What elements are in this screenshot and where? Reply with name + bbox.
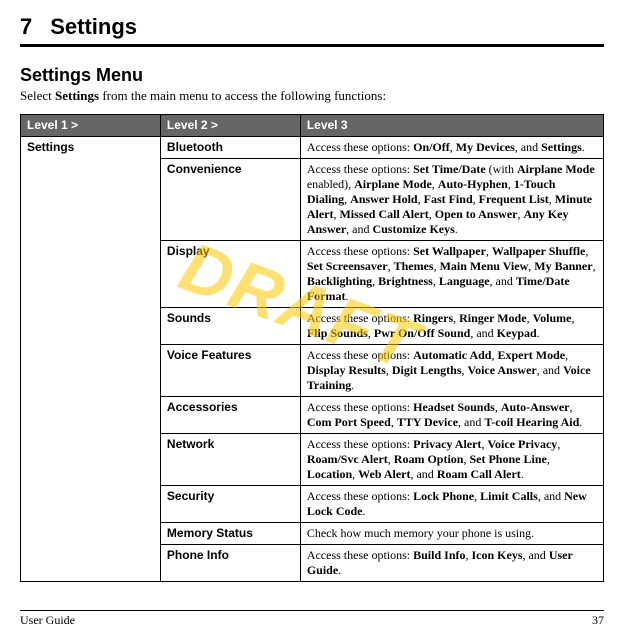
- level3-cell: Access these options: Build Info, Icon K…: [300, 545, 603, 582]
- level2-cell: Convenience: [160, 159, 300, 241]
- chapter-title: Settings: [50, 14, 137, 40]
- level3-cell: Access these options: Privacy Alert, Voi…: [300, 434, 603, 486]
- level2-cell: Memory Status: [160, 523, 300, 545]
- level3-cell: Access these options: Set Time/Date (wit…: [300, 159, 603, 241]
- level2-cell: Display: [160, 241, 300, 308]
- settings-table: Level 1 > Level 2 > Level 3 SettingsBlue…: [20, 114, 604, 582]
- level3-cell: Access these options: Headset Sounds, Au…: [300, 397, 603, 434]
- chapter-number: 7: [20, 14, 32, 40]
- level3-cell: Access these options: Automatic Add, Exp…: [300, 345, 603, 397]
- level2-cell: Voice Features: [160, 345, 300, 397]
- level3-cell: Access these options: Set Wallpaper, Wal…: [300, 241, 603, 308]
- level1-cell: Settings: [21, 137, 161, 582]
- page-footer: User Guide 37: [20, 610, 604, 628]
- header-level3: Level 3: [300, 115, 603, 137]
- level3-cell: Access these options: On/Off, My Devices…: [300, 137, 603, 159]
- table-header-row: Level 1 > Level 2 > Level 3: [21, 115, 604, 137]
- intro-text: Select Settings from the main menu to ac…: [20, 88, 604, 104]
- level3-cell: Access these options: Ringers, Ringer Mo…: [300, 308, 603, 345]
- level2-cell: Accessories: [160, 397, 300, 434]
- level2-cell: Network: [160, 434, 300, 486]
- level2-cell: Bluetooth: [160, 137, 300, 159]
- header-level1: Level 1 >: [21, 115, 161, 137]
- header-level2: Level 2 >: [160, 115, 300, 137]
- level3-cell: Access these options: Lock Phone, Limit …: [300, 486, 603, 523]
- level2-cell: Sounds: [160, 308, 300, 345]
- table-row: SettingsBluetoothAccess these options: O…: [21, 137, 604, 159]
- chapter-heading: 7 Settings: [20, 14, 604, 47]
- footer-left: User Guide: [20, 613, 75, 628]
- level2-cell: Security: [160, 486, 300, 523]
- footer-right: 37: [592, 613, 604, 628]
- level2-cell: Phone Info: [160, 545, 300, 582]
- level3-cell: Check how much memory your phone is usin…: [300, 523, 603, 545]
- section-title: Settings Menu: [20, 65, 604, 86]
